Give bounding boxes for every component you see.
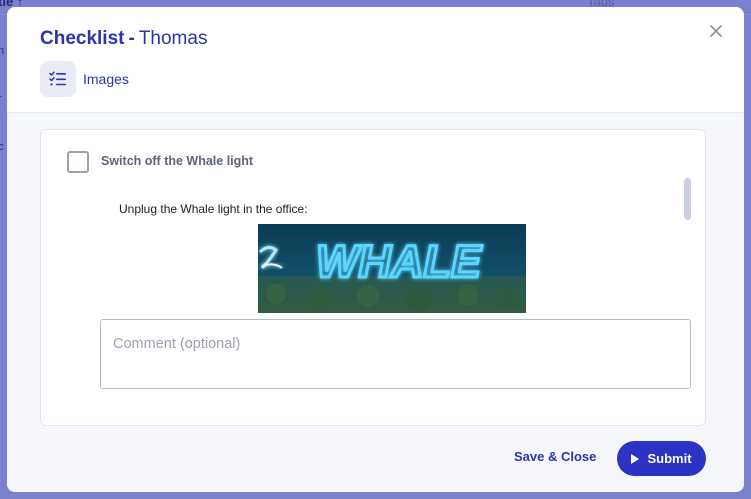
save-close-button[interactable]: Save & Close	[514, 449, 596, 464]
submit-button[interactable]: Submit	[617, 441, 706, 476]
item-content-scroll[interactable]: Unplug the Whale light in the office: WH…	[99, 176, 689, 316]
modal-body: Switch off the Whale light Unplug the Wh…	[7, 113, 744, 492]
comment-input[interactable]	[100, 319, 691, 389]
whale-light-image: WHALE	[258, 224, 526, 313]
item-title: Switch off the Whale light	[101, 154, 254, 168]
submit-label: Submit	[647, 451, 692, 466]
close-icon[interactable]	[706, 21, 726, 41]
item-checkbox[interactable]	[67, 151, 89, 173]
background-row-stub: r	[0, 93, 2, 105]
neon-sign-text: WHALE	[316, 236, 483, 287]
modal-title: Checklist - Thomas	[40, 28, 207, 50]
play-icon	[631, 453, 640, 464]
tab-images[interactable]: Images	[40, 61, 129, 97]
title-prefix: Checklist	[40, 28, 125, 49]
title-separator: -	[128, 28, 135, 49]
content-scrollbar-thumb[interactable]	[684, 178, 691, 220]
background-row-stub: n	[0, 45, 5, 57]
modal-header: Checklist - Thomas Images	[7, 7, 744, 113]
checklist-icon	[49, 71, 66, 86]
close-button[interactable]	[706, 21, 726, 41]
item-description: Unplug the Whale light in the office:	[119, 202, 308, 216]
checklist-modal: Checklist - Thomas Images Switch off the…	[7, 7, 744, 492]
tab-icon-box	[40, 61, 76, 97]
background-row-stub: c	[0, 141, 4, 153]
title-name: Thomas	[138, 28, 208, 49]
tab-images-label: Images	[83, 71, 129, 87]
checklist-item-card: Switch off the Whale light Unplug the Wh…	[40, 129, 706, 426]
